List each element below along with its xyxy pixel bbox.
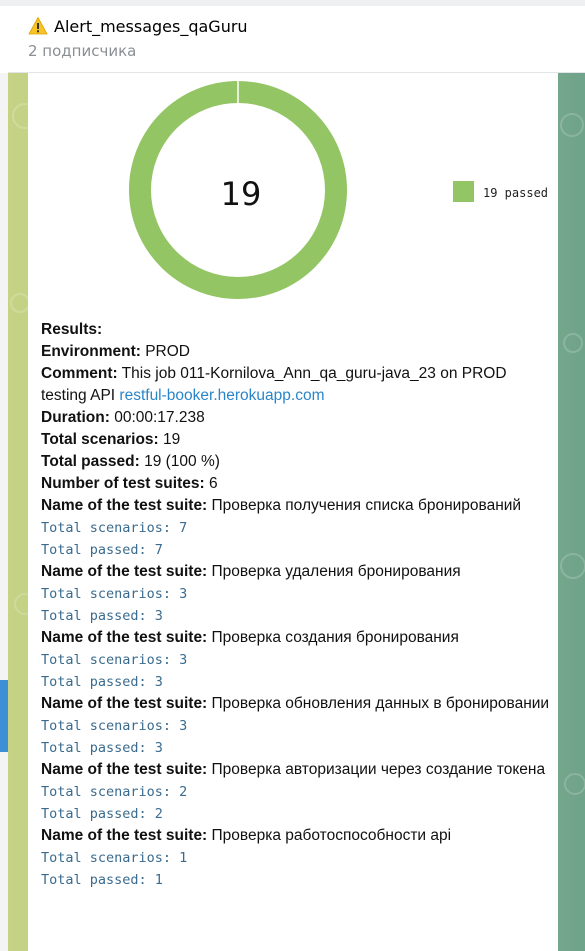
suite-total-passed: Total passed: 2 xyxy=(41,806,163,822)
environment-label: Environment: xyxy=(41,343,141,360)
total-scenarios-label: Total scenarios: xyxy=(41,431,159,448)
total-passed-line: Total passed: 19 (100 %) xyxy=(41,451,551,473)
suite-total-scenarios: Total scenarios: 3 xyxy=(41,652,188,668)
total-scenarios-line: Total scenarios: 19 xyxy=(41,429,551,451)
suites-count-line: Number of test suites: 6 xyxy=(41,473,551,495)
suite-total-scenarios: Total scenarios: 1 xyxy=(41,850,188,866)
suite-name-label: Name of the test suite: xyxy=(41,695,208,712)
wallpaper-doodle xyxy=(560,553,585,579)
wallpaper-doodle xyxy=(10,293,30,313)
warning-icon xyxy=(28,16,48,35)
suite-name-label: Name of the test suite: xyxy=(41,629,208,646)
suite-name: Проверка создания бронирования xyxy=(207,629,459,646)
suite-name-line: Name of the test suite: Проверка обновле… xyxy=(41,693,551,715)
legend-label: 19 passed xyxy=(483,186,548,200)
duration-value: 00:00:17.238 xyxy=(109,409,205,426)
wallpaper-doodle xyxy=(564,773,585,795)
suite-block: Name of the test suite: Проверка удалени… xyxy=(41,561,551,627)
results-label: Results: xyxy=(41,321,103,338)
environment-value: PROD xyxy=(140,343,190,360)
environment-line: Environment: PROD xyxy=(41,341,551,363)
results-heading: Results: xyxy=(41,319,551,341)
suite-total-scenarios: Total scenarios: 3 xyxy=(41,718,188,734)
legend-swatch xyxy=(453,181,474,202)
report-text: Results: Environment: PROD Comment: This… xyxy=(41,319,551,891)
suite-block: Name of the test suite: Проверка обновле… xyxy=(41,693,551,759)
suite-name-line: Name of the test suite: Проверка создани… xyxy=(41,627,551,649)
suites-count-label: Number of test suites: xyxy=(41,475,205,492)
donut-center-label: 19 xyxy=(221,175,262,213)
suite-block: Name of the test suite: Проверка создани… xyxy=(41,627,551,693)
suite-total-passed: Total passed: 3 xyxy=(41,740,163,756)
suite-total-passed: Total passed: 1 xyxy=(41,872,163,888)
suite-name: Проверка обновления данных в бронировани… xyxy=(207,695,550,712)
suite-block: Name of the test suite: Проверка получен… xyxy=(41,495,551,561)
suite-name-label: Name of the test suite: xyxy=(41,827,208,844)
total-passed-label: Total passed: xyxy=(41,453,140,470)
comment-line: Comment: This job 011-Kornilova_Ann_qa_g… xyxy=(41,363,551,407)
suite-total-scenarios: Total scenarios: 2 xyxy=(41,784,188,800)
suites-count-value: 6 xyxy=(204,475,218,492)
suite-name-label: Name of the test suite: xyxy=(41,563,208,580)
suite-total-scenarios: Total scenarios: 3 xyxy=(41,586,188,602)
suite-total-passed: Total passed: 3 xyxy=(41,674,163,690)
message-bubble[interactable]: 19 19 passed Results: Environment: PROD … xyxy=(28,73,558,951)
left-panel-edge xyxy=(0,73,8,951)
suite-name-line: Name of the test suite: Проверка получен… xyxy=(41,495,551,517)
chat-header[interactable]: Alert_messages_qaGuru 2 подписчика xyxy=(8,6,585,73)
duration-label: Duration: xyxy=(41,409,110,426)
suite-name-line: Name of the test suite: Проверка удалени… xyxy=(41,561,551,583)
suite-total-passed: Total passed: 7 xyxy=(41,542,163,558)
suite-block: Name of the test suite: Проверка авториз… xyxy=(41,759,551,825)
suite-name: Проверка авторизации через создание токе… xyxy=(207,761,546,778)
results-donut-chart: 19 19 passed xyxy=(129,81,548,299)
channel-title[interactable]: Alert_messages_qaGuru xyxy=(54,17,248,36)
left-panel-selection xyxy=(0,680,8,752)
comment-label: Comment: xyxy=(41,365,118,382)
duration-line: Duration: 00:00:17.238 xyxy=(41,407,551,429)
suite-name: Проверка удаления бронирования xyxy=(207,563,461,580)
suite-name-line: Name of the test suite: Проверка авториз… xyxy=(41,759,551,781)
suite-name-line: Name of the test suite: Проверка работос… xyxy=(41,825,551,847)
total-scenarios-value: 19 xyxy=(158,431,181,448)
suite-name-label: Name of the test suite: xyxy=(41,761,208,778)
wallpaper-doodle xyxy=(560,113,584,137)
wallpaper-doodle xyxy=(563,333,583,353)
suite-name: Проверка получения списка бронирований xyxy=(207,497,522,514)
suite-block: Name of the test suite: Проверка работос… xyxy=(41,825,551,891)
suite-total-passed: Total passed: 3 xyxy=(41,608,163,624)
subscriber-count: 2 подписчика xyxy=(28,42,137,60)
total-passed-value: 19 (100 %) xyxy=(139,453,220,470)
suite-name: Проверка работоспособности api xyxy=(207,827,452,844)
comment-link[interactable]: restful-booker.herokuapp.com xyxy=(119,387,324,404)
title-row: Alert_messages_qaGuru xyxy=(28,16,248,36)
suite-total-scenarios: Total scenarios: 7 xyxy=(41,520,188,536)
suite-name-label: Name of the test suite: xyxy=(41,497,208,514)
